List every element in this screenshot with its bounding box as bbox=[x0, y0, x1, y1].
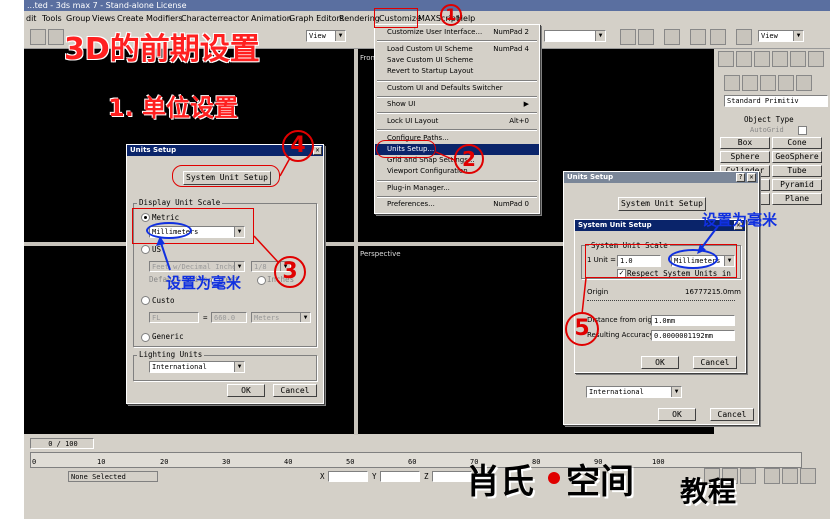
watermark-sub: 教程 bbox=[680, 475, 737, 508]
note-set-millimeters-right: 设置为毫米 bbox=[702, 211, 778, 229]
note-set-millimeters-left: 设置为毫米 bbox=[166, 274, 242, 292]
watermark-dot bbox=[548, 472, 560, 484]
millimeters-oval-right bbox=[668, 249, 718, 269]
millimeters-oval-left bbox=[146, 222, 192, 239]
watermark-second: 空间 bbox=[566, 462, 634, 502]
watermark-main: 肖氏 bbox=[466, 462, 534, 502]
